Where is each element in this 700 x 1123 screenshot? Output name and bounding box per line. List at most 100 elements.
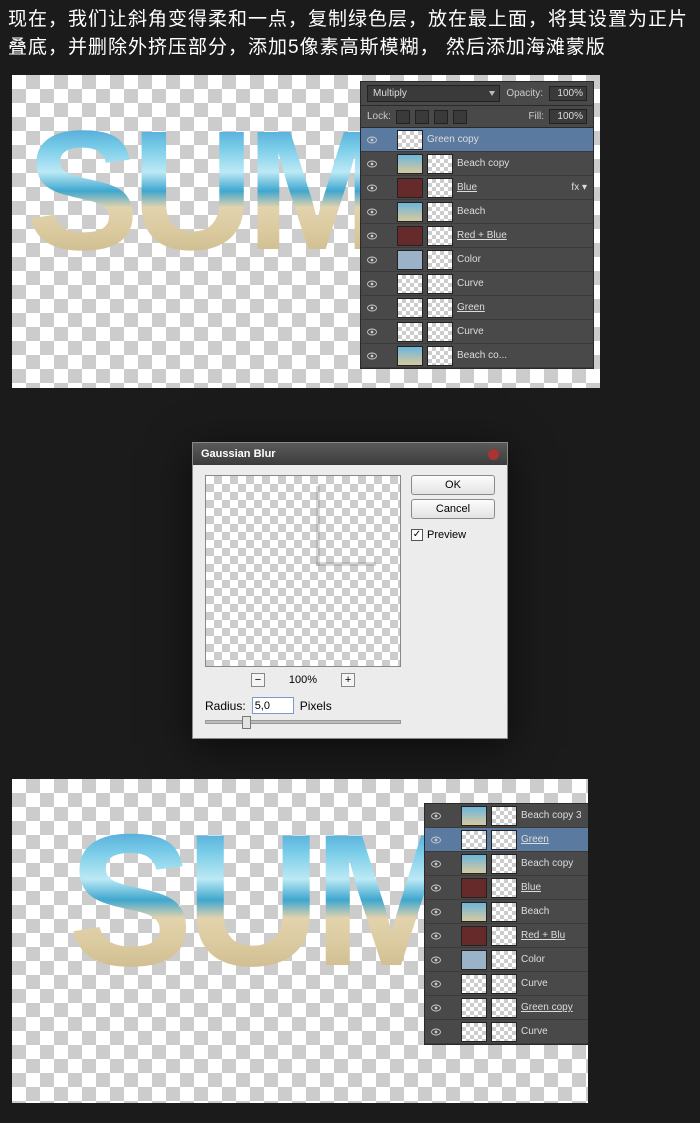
opacity-input[interactable]: 100% bbox=[549, 86, 587, 101]
mask-thumb[interactable] bbox=[491, 926, 517, 946]
visibility-icon[interactable] bbox=[365, 229, 379, 243]
preview-checkbox[interactable]: ✓ Preview bbox=[411, 529, 495, 541]
visibility-icon[interactable] bbox=[365, 253, 379, 267]
radius-input[interactable] bbox=[252, 697, 294, 714]
layer-thumb[interactable] bbox=[397, 130, 423, 150]
layer-row[interactable]: Blue bbox=[425, 876, 588, 900]
layer-row[interactable]: Color bbox=[425, 948, 588, 972]
visibility-icon[interactable] bbox=[429, 881, 443, 895]
visibility-icon[interactable] bbox=[429, 1001, 443, 1015]
ok-button[interactable]: OK bbox=[411, 475, 495, 495]
mask-thumb[interactable] bbox=[491, 902, 517, 922]
visibility-icon[interactable] bbox=[365, 349, 379, 363]
layer-thumb[interactable] bbox=[397, 202, 423, 222]
visibility-icon[interactable] bbox=[365, 325, 379, 339]
visibility-icon[interactable] bbox=[429, 857, 443, 871]
mask-thumb[interactable] bbox=[427, 226, 453, 246]
mask-thumb[interactable] bbox=[491, 974, 517, 994]
layer-thumb[interactable] bbox=[397, 178, 423, 198]
mask-thumb[interactable] bbox=[427, 298, 453, 318]
zoom-in-button[interactable]: + bbox=[341, 673, 355, 687]
blend-mode-dropdown[interactable]: Multiply bbox=[367, 85, 500, 102]
layer-row[interactable]: Beach copy bbox=[361, 152, 593, 176]
visibility-icon[interactable] bbox=[429, 833, 443, 847]
layer-row[interactable]: Beach bbox=[361, 200, 593, 224]
lock-position-icon[interactable] bbox=[434, 110, 448, 124]
visibility-icon[interactable] bbox=[429, 977, 443, 991]
close-icon[interactable] bbox=[488, 449, 499, 460]
mask-thumb[interactable] bbox=[427, 154, 453, 174]
layer-thumb[interactable] bbox=[397, 154, 423, 174]
mask-thumb[interactable] bbox=[427, 178, 453, 198]
radius-unit: Pixels bbox=[300, 699, 332, 713]
lock-transparency-icon[interactable] bbox=[396, 110, 410, 124]
layer-thumb[interactable] bbox=[461, 902, 487, 922]
fill-input[interactable]: 100% bbox=[549, 109, 587, 124]
visibility-icon[interactable] bbox=[365, 133, 379, 147]
mask-thumb[interactable] bbox=[491, 878, 517, 898]
cancel-button[interactable]: Cancel bbox=[411, 499, 495, 519]
visibility-icon[interactable] bbox=[365, 301, 379, 315]
layer-row[interactable]: Green copy bbox=[361, 128, 593, 152]
layer-thumb[interactable] bbox=[461, 806, 487, 826]
visibility-icon[interactable] bbox=[365, 277, 379, 291]
visibility-icon[interactable] bbox=[429, 905, 443, 919]
zoom-out-button[interactable]: − bbox=[251, 673, 265, 687]
layer-name: Red + Blue bbox=[457, 230, 507, 241]
layer-row[interactable]: Beach co... bbox=[361, 344, 593, 368]
layer-thumb[interactable] bbox=[397, 274, 423, 294]
mask-thumb[interactable] bbox=[491, 854, 517, 874]
mask-thumb[interactable] bbox=[491, 806, 517, 826]
layer-row[interactable]: Curve bbox=[425, 1020, 588, 1044]
layer-row[interactable]: Green bbox=[361, 296, 593, 320]
layer-thumb[interactable] bbox=[397, 250, 423, 270]
layer-name: Green copy bbox=[521, 1002, 573, 1013]
layer-thumb[interactable] bbox=[461, 830, 487, 850]
layer-row[interactable]: Green bbox=[425, 828, 588, 852]
layer-thumb[interactable] bbox=[397, 226, 423, 246]
layer-thumb[interactable] bbox=[461, 974, 487, 994]
layer-thumb[interactable] bbox=[397, 298, 423, 318]
slider-handle[interactable] bbox=[242, 716, 251, 729]
layer-row[interactable]: Beach copy 3 bbox=[425, 804, 588, 828]
visibility-icon[interactable] bbox=[429, 929, 443, 943]
visibility-icon[interactable] bbox=[365, 157, 379, 171]
radius-slider[interactable] bbox=[205, 720, 401, 724]
layer-thumb[interactable] bbox=[461, 878, 487, 898]
lock-paint-icon[interactable] bbox=[415, 110, 429, 124]
mask-thumb[interactable] bbox=[491, 1022, 517, 1042]
layer-row[interactable]: Red + Blue bbox=[361, 224, 593, 248]
mask-thumb[interactable] bbox=[427, 250, 453, 270]
layer-thumb[interactable] bbox=[397, 346, 423, 366]
layer-row[interactable]: Curve bbox=[361, 272, 593, 296]
visibility-icon[interactable] bbox=[429, 809, 443, 823]
mask-thumb[interactable] bbox=[427, 346, 453, 366]
layer-row[interactable]: Bluefx ▾ bbox=[361, 176, 593, 200]
mask-thumb[interactable] bbox=[491, 998, 517, 1018]
layer-thumb[interactable] bbox=[461, 1022, 487, 1042]
layer-row[interactable]: Color bbox=[361, 248, 593, 272]
blur-preview[interactable] bbox=[205, 475, 401, 667]
layer-thumb[interactable] bbox=[461, 998, 487, 1018]
layer-thumb[interactable] bbox=[461, 950, 487, 970]
visibility-icon[interactable] bbox=[429, 1025, 443, 1039]
lock-all-icon[interactable] bbox=[453, 110, 467, 124]
mask-thumb[interactable] bbox=[427, 322, 453, 342]
layer-row[interactable]: Red + Blu bbox=[425, 924, 588, 948]
layer-thumb[interactable] bbox=[397, 322, 423, 342]
layer-row[interactable]: Green copy bbox=[425, 996, 588, 1020]
mask-thumb[interactable] bbox=[427, 274, 453, 294]
layer-thumb[interactable] bbox=[461, 926, 487, 946]
layer-row[interactable]: Beach copy bbox=[425, 852, 588, 876]
layer-row[interactable]: Curve bbox=[361, 320, 593, 344]
visibility-icon[interactable] bbox=[429, 953, 443, 967]
layer-row[interactable]: Curve bbox=[425, 972, 588, 996]
visibility-icon[interactable] bbox=[365, 205, 379, 219]
mask-thumb[interactable] bbox=[427, 202, 453, 222]
mask-thumb[interactable] bbox=[491, 950, 517, 970]
visibility-icon[interactable] bbox=[365, 181, 379, 195]
layer-row[interactable]: Beach bbox=[425, 900, 588, 924]
mask-thumb[interactable] bbox=[491, 830, 517, 850]
layer-thumb[interactable] bbox=[461, 854, 487, 874]
fx-badge[interactable]: fx ▾ bbox=[571, 182, 589, 193]
